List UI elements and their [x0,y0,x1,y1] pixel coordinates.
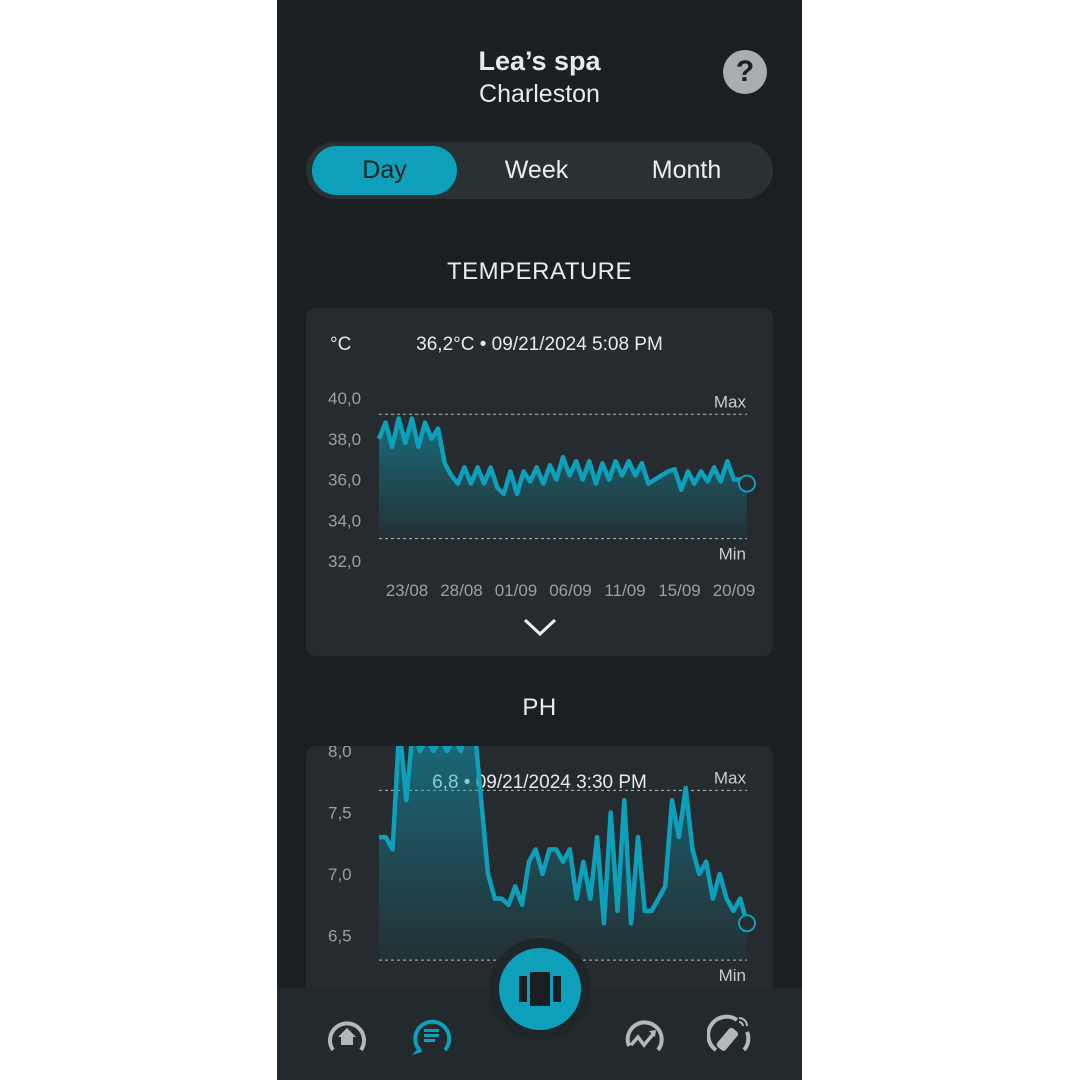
tab-week[interactable]: Week [464,146,609,195]
stats-icon[interactable] [621,1012,667,1058]
y-tick-label: 32,0 [328,552,361,571]
temperature-title: TEMPERATURE [446,258,633,285]
remote-icon[interactable] [707,1012,753,1058]
x-tick-label: 15/09 [658,581,701,600]
y-tick-label: 40,0 [328,389,361,408]
y-tick-label: 7,0 [328,865,352,884]
temperature-card: °C 36,2°C • 09/21/2024 5:08 PM 40,0 38,0 3… [306,308,773,656]
x-tick-label: 28/08 [440,581,483,600]
messages-icon[interactable] [408,1012,454,1058]
temperature-chart[interactable]: 40,0 38,0 36,0 34,0 32,0 Max Min 23/08 28/08 01/0… [306,308,773,608]
x-tick-label: 06/09 [549,581,592,600]
pool-button[interactable] [499,948,581,1030]
tab-month[interactable]: Month [614,146,759,195]
min-label: Min [719,966,746,985]
x-tick-label: 01/09 [495,581,538,600]
min-label: Min [719,545,746,564]
last-point-marker [738,914,756,933]
question-icon[interactable]: ? [723,50,767,94]
max-label: Max [714,768,747,787]
max-label: Max [714,392,747,411]
y-tick-label: 36,0 [328,471,361,490]
y-tick-label: 7,5 [328,804,352,823]
y-tick-label: 6,5 [328,927,352,946]
spa-location: Charleston [479,80,600,108]
y-tick-label: 38,0 [328,430,361,449]
ph-title: PH [522,694,557,721]
x-tick-label: 20/09 [713,581,756,600]
x-tick-label: 23/08 [386,581,429,600]
phone-screen: Lea’s spa Charleston ? Day Week Month TE… [277,0,802,1080]
chevron-down-icon[interactable] [522,616,558,638]
tab-day[interactable]: Day [312,146,457,195]
y-tick-label: 34,0 [328,511,361,530]
pool-icon [519,972,561,1006]
home-icon[interactable] [324,1012,370,1058]
x-tick-label: 11/09 [604,581,645,600]
last-point-marker [738,474,756,493]
y-tick-label: 8,0 [328,746,352,761]
period-selector: Day Week Month [306,142,773,199]
